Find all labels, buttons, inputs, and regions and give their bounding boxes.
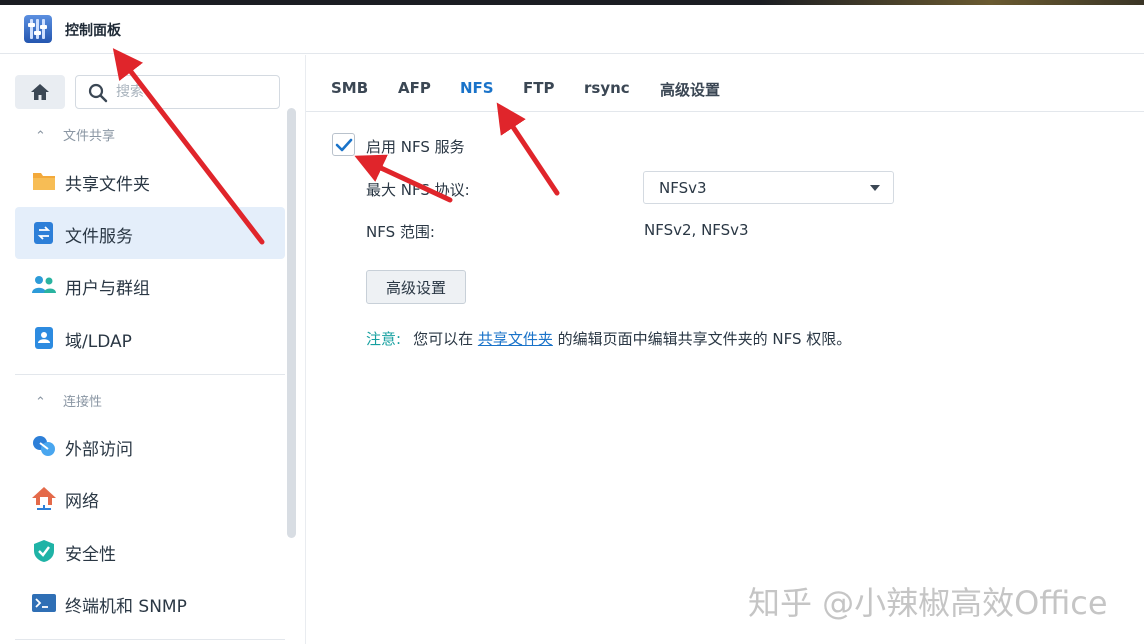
external-access-icon: [33, 436, 55, 456]
search-icon: [88, 83, 108, 103]
chevron-up-icon: ⌃: [35, 395, 46, 410]
chevron-up-icon: ⌃: [35, 129, 46, 144]
enable-nfs-checkbox[interactable]: [332, 133, 355, 156]
sidebar: ⌃文件共享 共享文件夹 文件服务 用户与群组 域/LDAP ⌃连接性 外部访问 …: [0, 55, 300, 644]
sidebar-item-users-groups[interactable]: 用户与群组: [15, 259, 285, 311]
sidebar-item-network[interactable]: 网络: [15, 472, 285, 524]
sidebar-item-external-access[interactable]: 外部访问: [15, 420, 285, 472]
domain-ldap-icon: [35, 327, 53, 349]
tab-bar: SMB AFP NFS FTP rsync 高级设置: [306, 55, 1144, 112]
sidebar-divider: [15, 374, 285, 375]
shield-icon: [34, 540, 54, 562]
control-panel-icon: [24, 15, 52, 43]
watermark: 知乎 @小辣椒高效Office: [748, 584, 1108, 622]
folder-icon: [33, 173, 55, 190]
advanced-settings-button[interactable]: 高级设置: [366, 270, 466, 304]
section-header-file-sharing[interactable]: ⌃ 文件共享: [35, 125, 115, 145]
enable-nfs-label[interactable]: 启用 NFS 服务: [366, 136, 465, 157]
checkmark-icon: [335, 138, 353, 152]
shared-folder-link[interactable]: 共享文件夹: [478, 330, 553, 348]
max-protocol-select[interactable]: NFSv3: [643, 171, 894, 204]
sidebar-divider: [15, 639, 285, 640]
tab-nfs[interactable]: NFS: [460, 79, 494, 97]
sidebar-item-shared-folder[interactable]: 共享文件夹: [15, 155, 285, 207]
nfs-range-label: NFS 范围:: [366, 223, 435, 241]
sidebar-item-terminal-snmp[interactable]: 终端机和 SNMP: [15, 577, 285, 629]
section-header-connectivity[interactable]: ⌃ 连接性: [35, 391, 102, 411]
sidebar-border: [305, 55, 306, 644]
sidebar-scrollbar[interactable]: [287, 108, 296, 538]
max-protocol-label: 最大 NFS 协议:: [366, 181, 470, 199]
terminal-icon: [32, 594, 56, 612]
title-bar: 控制面板: [0, 5, 1144, 54]
note-label: 注意:: [366, 330, 402, 348]
search-input[interactable]: [116, 82, 266, 102]
annotation-arrow: [496, 102, 560, 196]
caret-down-icon: [870, 185, 880, 191]
home-icon: [31, 84, 49, 100]
home-button[interactable]: [15, 75, 65, 109]
tab-afp[interactable]: AFP: [398, 79, 431, 97]
users-icon: [32, 276, 56, 293]
sidebar-item-file-services[interactable]: 文件服务: [15, 207, 285, 259]
max-protocol-value: NFSv3: [659, 179, 707, 197]
tab-advanced-settings[interactable]: 高级设置: [660, 79, 720, 100]
search-box[interactable]: [75, 75, 280, 109]
tab-rsync[interactable]: rsync: [584, 79, 630, 97]
tab-ftp[interactable]: FTP: [523, 79, 554, 97]
network-house-icon: [32, 487, 56, 510]
tab-smb[interactable]: SMB: [331, 79, 368, 97]
window-title: 控制面板: [65, 23, 121, 39]
file-services-icon: [34, 222, 53, 244]
sidebar-item-security[interactable]: 安全性: [15, 525, 285, 577]
note-text: 注意: 您可以在 共享文件夹 的编辑页面中编辑共享文件夹的 NFS 权限。: [366, 330, 852, 348]
nfs-range-value: NFSv2, NFSv3: [644, 221, 749, 239]
sidebar-item-domain-ldap[interactable]: 域/LDAP: [15, 312, 285, 364]
